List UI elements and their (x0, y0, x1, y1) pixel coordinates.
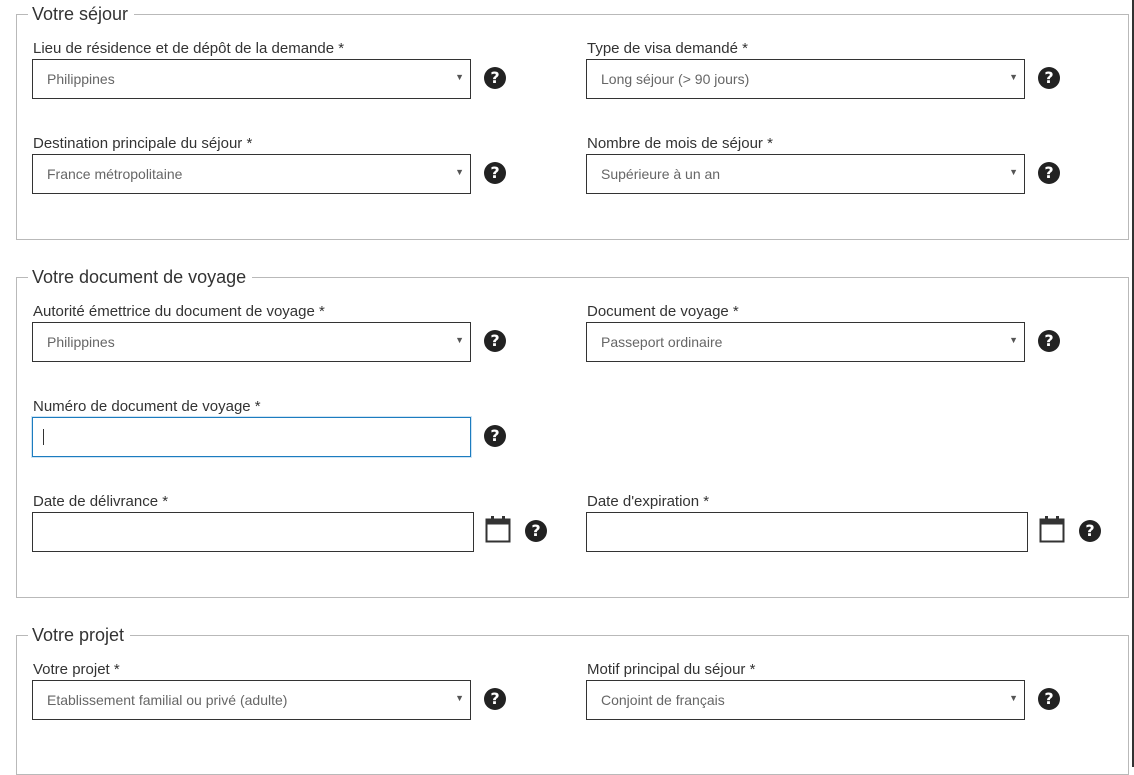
select-motive[interactable]: Conjoint de français ▼ (586, 680, 1025, 720)
caret-down-icon: ▼ (1009, 335, 1018, 345)
select-authority-value: Philippines (47, 334, 115, 350)
input-expiry-date[interactable] (586, 512, 1028, 552)
question-circle-icon[interactable]: ? (1038, 688, 1060, 710)
select-residence-value: Philippines (47, 71, 115, 87)
caret-down-icon: ▼ (1009, 72, 1018, 82)
select-visa-type-value: Long séjour (> 90 jours) (601, 71, 750, 87)
caret-down-icon: ▼ (455, 335, 464, 345)
caret-down-icon: ▼ (1009, 167, 1018, 177)
question-circle-icon[interactable]: ? (484, 67, 506, 89)
select-project-value: Etablissement familial ou privé (adulte) (47, 692, 288, 708)
question-circle-icon[interactable]: ? (525, 520, 547, 542)
select-project[interactable]: Etablissement familial ou privé (adulte)… (32, 680, 471, 720)
question-circle-icon[interactable]: ? (1038, 330, 1060, 352)
caret-down-icon: ▼ (455, 167, 464, 177)
question-circle-icon[interactable]: ? (484, 688, 506, 710)
select-destination-value: France métropolitaine (47, 166, 183, 182)
label-authority: Autorité émettrice du document de voyage… (33, 303, 325, 320)
select-months-value: Supérieure à un an (601, 166, 721, 182)
calendar-icon[interactable] (1039, 515, 1065, 543)
calendar-icon[interactable] (485, 515, 511, 543)
question-circle-icon[interactable]: ? (1038, 67, 1060, 89)
label-expiry-date: Date d'expiration * (587, 493, 710, 510)
question-circle-icon[interactable]: ? (1038, 162, 1060, 184)
select-doc-type-value: Passeport ordinaire (601, 334, 723, 350)
caret-down-icon: ▼ (455, 693, 464, 703)
select-visa-type[interactable]: Long séjour (> 90 jours) ▼ (586, 59, 1025, 99)
select-doc-type[interactable]: Passeport ordinaire ▼ (586, 322, 1025, 362)
select-destination[interactable]: France métropolitaine ▼ (32, 154, 471, 194)
select-residence[interactable]: Philippines ▼ (32, 59, 471, 99)
label-residence: Lieu de résidence et de dépôt de la dema… (33, 40, 345, 57)
label-visa-type: Type de visa demandé * (587, 40, 748, 57)
label-issue-date: Date de délivrance * (33, 493, 169, 510)
caret-down-icon: ▼ (1009, 693, 1018, 703)
question-circle-icon[interactable]: ? (484, 162, 506, 184)
label-doc-number: Numéro de document de voyage * (33, 398, 261, 415)
question-circle-icon[interactable]: ? (1079, 520, 1101, 542)
label-months: Nombre de mois de séjour * (587, 135, 773, 152)
label-project: Votre projet * (33, 661, 120, 678)
input-doc-number[interactable] (32, 417, 471, 457)
select-authority[interactable]: Philippines ▼ (32, 322, 471, 362)
legend-projet: Votre projet (28, 624, 131, 646)
select-months[interactable]: Supérieure à un an ▼ (586, 154, 1025, 194)
text-cursor (43, 429, 44, 445)
question-circle-icon[interactable]: ? (484, 330, 506, 352)
caret-down-icon: ▼ (455, 72, 464, 82)
select-motive-value: Conjoint de français (601, 692, 725, 708)
label-destination: Destination principale du séjour * (33, 135, 253, 152)
label-motive: Motif principal du séjour * (587, 661, 756, 678)
question-circle-icon[interactable]: ? (484, 425, 506, 447)
legend-document: Votre document de voyage (28, 266, 253, 288)
legend-sejour: Votre séjour (28, 3, 135, 25)
input-issue-date[interactable] (32, 512, 474, 552)
label-doc-type: Document de voyage * (587, 303, 739, 320)
